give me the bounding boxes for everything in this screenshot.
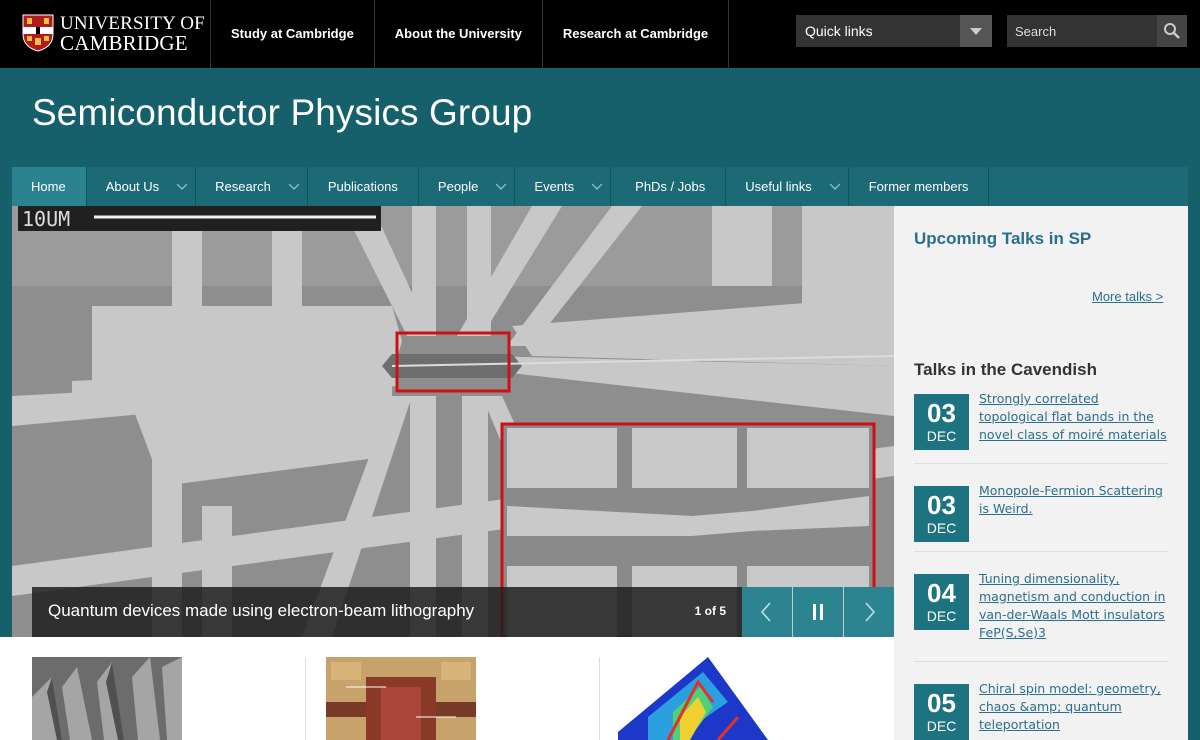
nav-useful-links-label: Useful links [745,179,812,194]
slide-caption[interactable]: Quantum devices made using electron-beam… [48,601,474,621]
feature-thumbnail[interactable] [32,657,182,740]
date-month: DEC [926,520,957,536]
divider [305,657,306,740]
nav-events[interactable]: Events [515,167,612,206]
nav-events-label: Events [534,179,575,194]
divider [914,551,1168,552]
divider [914,463,1168,464]
date-day: 05 [927,688,956,718]
search-input[interactable] [1007,15,1157,47]
feature-thumbnail[interactable] [618,657,768,740]
talks-sidebar: Upcoming Talks in SP More talks > Talks … [894,206,1188,740]
talk-title-link[interactable]: Monopole-Fermion Scattering is Weird. [979,482,1169,518]
date-month: DEC [926,428,957,444]
date-day: 04 [927,578,956,608]
scale-bar-label: 10UM [22,207,70,231]
nav-research-at-cambridge[interactable]: Research at Cambridge [541,0,730,68]
chevron-right-icon [865,602,876,622]
logo-line-2: CAMBRIDGE [60,31,188,55]
chevron-left-icon [760,602,771,622]
slide-counter: 1 of 5 [694,604,726,618]
nav-study-at-cambridge[interactable]: Study at Cambridge [210,0,374,68]
sem-micrograph: 10UM [12,206,894,637]
previous-slide-button[interactable] [742,587,792,637]
university-header: UNIVERSITY OF CAMBRIDGE Study at Cambrid… [0,0,1200,68]
quick-links-label: Quick links [805,23,873,39]
nav-phds-jobs-label: PhDs / Jobs [635,179,706,194]
pause-icon [813,604,823,620]
chevron-down-icon[interactable] [960,15,992,47]
main-nav: Home About Us Research Publications Peop… [12,167,1188,206]
device-chip-image [326,657,476,740]
nav-phds-jobs[interactable]: PhDs / Jobs [611,167,727,206]
nav-research-label: Research [215,179,271,194]
date-month: DEC [926,718,957,734]
date-month: DEC [926,608,957,624]
date-badge: 03 DEC [914,394,969,450]
talk-title-link[interactable]: Tuning dimensionality, magnetism and con… [979,570,1169,642]
quick-links-dropdown[interactable]: Quick links [796,15,992,47]
cavendish-talks-heading: Talks in the Cavendish [914,360,1097,379]
date-badge: 03 DEC [914,486,969,542]
logo-wordmark: UNIVERSITY OF CAMBRIDGE [60,14,205,54]
nav-home[interactable]: Home [12,167,87,206]
nav-about-us-label: About Us [105,179,160,194]
nav-about-us[interactable]: About Us [87,167,197,206]
carousel-slide-image[interactable]: 10UM [12,206,894,637]
nav-useful-links[interactable]: Useful links [726,167,849,206]
chevron-down-icon[interactable] [288,181,299,191]
nanowire-image [32,657,182,740]
talk-title-link[interactable]: Chiral spin model: geometry, chaos &amp;… [979,680,1169,734]
date-day: 03 [927,398,956,428]
chevron-down-icon[interactable] [592,181,603,191]
nav-former-members[interactable]: Former members [849,167,990,206]
chevron-down-icon[interactable] [829,181,840,191]
more-talks-link[interactable]: More talks > [1092,289,1163,304]
carousel-caption: Quantum devices made using electron-beam… [32,587,742,637]
nav-former-members-label: Former members [868,179,969,194]
cambridge-shield-icon [22,14,54,52]
nav-people[interactable]: People [419,167,516,206]
search-icon [1164,23,1180,39]
date-badge: 05 DEC [914,684,969,740]
university-logo[interactable]: UNIVERSITY OF CAMBRIDGE [22,14,205,54]
date-day: 03 [927,490,956,520]
search-button[interactable] [1157,15,1187,47]
nav-publications-label: Publications [327,179,398,194]
date-badge: 04 DEC [914,574,969,630]
nav-research[interactable]: Research [196,167,308,206]
pause-button[interactable] [793,587,843,637]
nav-about-the-university[interactable]: About the University [373,0,542,68]
nav-home-label: Home [31,179,66,194]
next-slide-button[interactable] [844,587,894,637]
talk-title-link[interactable]: Strongly correlated topological flat ban… [979,390,1169,444]
search-box [1007,15,1187,47]
upcoming-talks-heading[interactable]: Upcoming Talks in SP [914,229,1091,249]
chevron-down-icon[interactable] [496,181,507,191]
divider [599,657,600,740]
university-nav: Study at Cambridge About the University … [210,0,730,68]
nav-publications[interactable]: Publications [308,167,419,206]
chevron-down-icon[interactable] [177,181,188,191]
feature-thumbnail[interactable] [326,657,476,740]
divider [914,661,1168,662]
simulation-plot-image [618,657,768,740]
page-title[interactable]: Semiconductor Physics Group [32,92,532,134]
nav-people-label: People [437,179,479,194]
